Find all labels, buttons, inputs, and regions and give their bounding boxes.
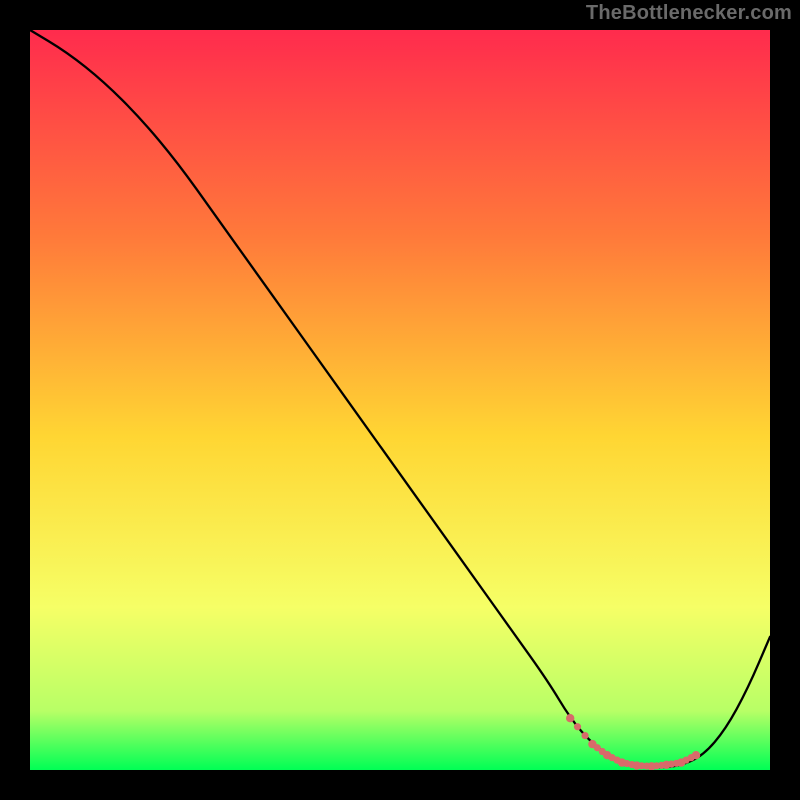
optimal-dot [574, 723, 581, 730]
attribution-text: TheBottlenecker.com [586, 2, 792, 25]
chart-frame: TheBottlenecker.com [0, 0, 800, 800]
optimal-dot [692, 751, 700, 759]
plot-svg [30, 30, 770, 770]
optimal-dot [581, 732, 588, 739]
plot-area [30, 30, 770, 770]
gradient-background [30, 30, 770, 770]
optimal-dot [566, 714, 574, 722]
